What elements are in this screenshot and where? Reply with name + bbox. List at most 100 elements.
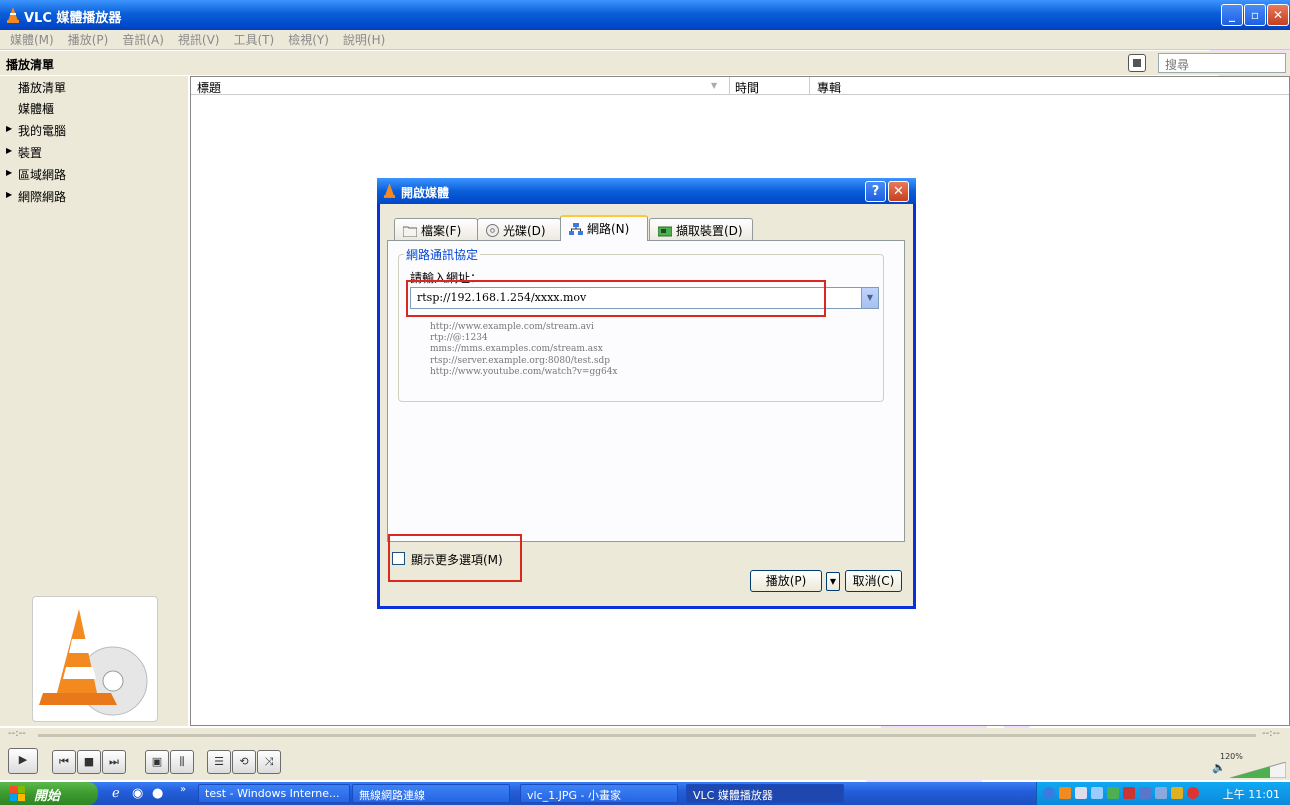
vlc-cone-icon (7, 7, 19, 23)
volume-percent: 120% (1220, 752, 1243, 761)
example-line: mms://mms.examples.com/stream.asx (430, 344, 603, 355)
tray-monitor-icon[interactable] (1155, 787, 1167, 799)
tab-capture-device[interactable]: 擷取裝置(D) (649, 218, 753, 240)
speaker-icon[interactable]: 🔈 (1212, 761, 1226, 774)
example-line: rtp://@:1234 (430, 333, 488, 344)
sidebar-item-media-library[interactable]: 媒體櫃 (18, 100, 54, 117)
shuffle-icon[interactable]: ⤨ (257, 750, 281, 774)
column-album[interactable]: 專輯 (817, 79, 841, 96)
quicklaunch-chevron[interactable]: » (180, 784, 186, 795)
menu-media[interactable]: 媒體(M) (10, 31, 54, 48)
capture-card-icon (657, 226, 673, 240)
playlist-view-icon[interactable] (1128, 54, 1146, 72)
windows-flag-icon (10, 786, 25, 801)
tray-display-icon[interactable] (1139, 787, 1151, 799)
tray-app-icon[interactable] (1107, 787, 1119, 799)
tab-network[interactable]: 網路(N) (560, 215, 648, 241)
system-tray: 上午 11:01 (1036, 782, 1290, 805)
example-line: rtsp://server.example.org:8080/test.sdp (430, 355, 610, 366)
url-dropdown-arrow-icon[interactable]: ▼ (862, 287, 879, 309)
dialog-title: 開啟媒體 (401, 186, 450, 200)
extended-settings-icon[interactable]: ⫼ (170, 750, 194, 774)
next-icon[interactable]: ⏭ (102, 750, 126, 774)
close-button[interactable]: ✕ (1267, 4, 1289, 26)
volume-slider[interactable] (1230, 762, 1286, 778)
minimize-button[interactable]: _ (1221, 4, 1243, 26)
window-titlebar: VLC 媒體播放器 _ ▫ ✕ (0, 0, 1290, 30)
tab-disc[interactable]: 光碟(D) (477, 218, 561, 240)
sidebar-item-playlist[interactable]: 播放清單 (18, 79, 66, 96)
menu-playback[interactable]: 播放(P) (68, 31, 109, 48)
open-media-dialog: 開啟媒體 ? ✕ 檔案(F) 光碟(D) 網路(N) 擷取裝置(D) 網路通訊協… (377, 178, 916, 609)
start-button[interactable]: 開始 (0, 782, 98, 805)
play-options-dropdown-icon[interactable]: ▼ (826, 572, 840, 591)
cancel-button[interactable]: 取消(C) (845, 570, 902, 592)
total-time: --:-- (1262, 728, 1280, 739)
app-quicklaunch-icon[interactable]: ● (152, 786, 163, 801)
folder-icon (402, 226, 418, 240)
seek-track[interactable] (38, 734, 1256, 737)
menu-view[interactable]: 檢視(Y) (288, 31, 329, 48)
stop-icon[interactable]: ■ (77, 750, 101, 774)
tray-alert-icon[interactable] (1187, 787, 1199, 799)
url-examples: http://www.example.com/stream.avi rtp://… (430, 322, 618, 378)
tray-security-icon[interactable] (1123, 787, 1135, 799)
menu-audio[interactable]: 音訊(A) (122, 31, 164, 48)
tab-capture-label: 擷取裝置(D) (676, 224, 743, 238)
group-title: 網路通訊協定 (404, 246, 481, 263)
browser-quicklaunch-icon[interactable]: ◉ (132, 786, 143, 801)
tray-speaker-icon[interactable] (1091, 787, 1103, 799)
playlist-icon[interactable]: ☰ (207, 750, 231, 774)
clock: 上午 11:01 (1222, 788, 1280, 801)
album-art (32, 596, 158, 722)
tray-arrow-icon[interactable] (1043, 787, 1055, 799)
example-line: http://www.youtube.com/watch?v=gg64x (430, 366, 618, 377)
sidebar-item-devices[interactable]: 裝置 (6, 144, 42, 161)
previous-icon[interactable]: ⏮ (52, 750, 76, 774)
tab-file[interactable]: 檔案(F) (394, 218, 478, 240)
url-highlight-box (406, 280, 826, 317)
dialog-titlebar: 開啟媒體 ? ✕ (377, 178, 916, 204)
tab-network-label: 網路(N) (587, 222, 630, 236)
fullscreen-icon[interactable]: ▣ (145, 750, 169, 774)
column-time[interactable]: 時間 (735, 79, 759, 96)
task-wireless[interactable]: 無線網路連線 (352, 784, 510, 803)
loop-icon[interactable]: ⟲ (232, 750, 256, 774)
playlist-title: 播放清單 (6, 58, 55, 72)
sort-arrow-icon: ▼ (711, 81, 718, 90)
example-line: http://www.example.com/stream.avi (430, 322, 594, 332)
elapsed-time: --:-- (8, 728, 26, 739)
dialog-close-button[interactable]: ✕ (888, 181, 909, 202)
menu-help[interactable]: 說明(H) (343, 31, 385, 48)
tray-vlc-icon[interactable] (1059, 787, 1071, 799)
tray-network-icon[interactable] (1075, 787, 1087, 799)
tab-disc-label: 光碟(D) (503, 224, 546, 238)
disc-icon (486, 224, 499, 240)
play-icon[interactable]: ▶ (8, 748, 38, 774)
play-button[interactable]: 播放(P) (750, 570, 822, 592)
menu-bar: 媒體(M) 播放(P) 音訊(A) 視訊(V) 工具(T) 檢視(Y) 說明(H… (0, 30, 1290, 50)
window-title: VLC 媒體播放器 (24, 11, 122, 26)
tray-shield-icon[interactable] (1171, 787, 1183, 799)
menu-video[interactable]: 視訊(V) (178, 31, 220, 48)
task-paint[interactable]: vlc_1.JPG - 小畫家 (520, 784, 678, 803)
help-button[interactable]: ? (865, 181, 886, 202)
seek-bar[interactable]: --:-- --:-- (0, 728, 1290, 742)
menu-tools[interactable]: 工具(T) (233, 31, 274, 48)
vlc-cone-disc-icon (39, 609, 148, 716)
start-label: 開始 (34, 789, 61, 804)
task-vlc[interactable]: VLC 媒體播放器 (686, 784, 844, 803)
task-ie[interactable]: test - Windows Interne... (198, 784, 350, 803)
tab-file-label: 檔案(F) (421, 224, 462, 238)
restore-button[interactable]: ▫ (1244, 4, 1266, 26)
sidebar: 播放清單 媒體櫃 我的電腦 裝置 區域網路 網際網路 (0, 76, 188, 726)
sidebar-item-my-computer[interactable]: 我的電腦 (6, 122, 66, 139)
sidebar-item-local-network[interactable]: 區域網路 (6, 166, 66, 183)
playlist-column-header: 標題 ▼ 時間 專輯 (191, 77, 1289, 95)
taskbar: 開始 ℯ ◉ ● » test - Windows Interne... 無線網… (0, 782, 1290, 805)
ie-quicklaunch-icon[interactable]: ℯ (112, 786, 120, 801)
sidebar-item-internet[interactable]: 網際網路 (6, 188, 66, 205)
search-input[interactable]: 搜尋 (1158, 53, 1286, 73)
vlc-cone-icon (383, 183, 396, 198)
column-title[interactable]: 標題 (197, 79, 221, 96)
